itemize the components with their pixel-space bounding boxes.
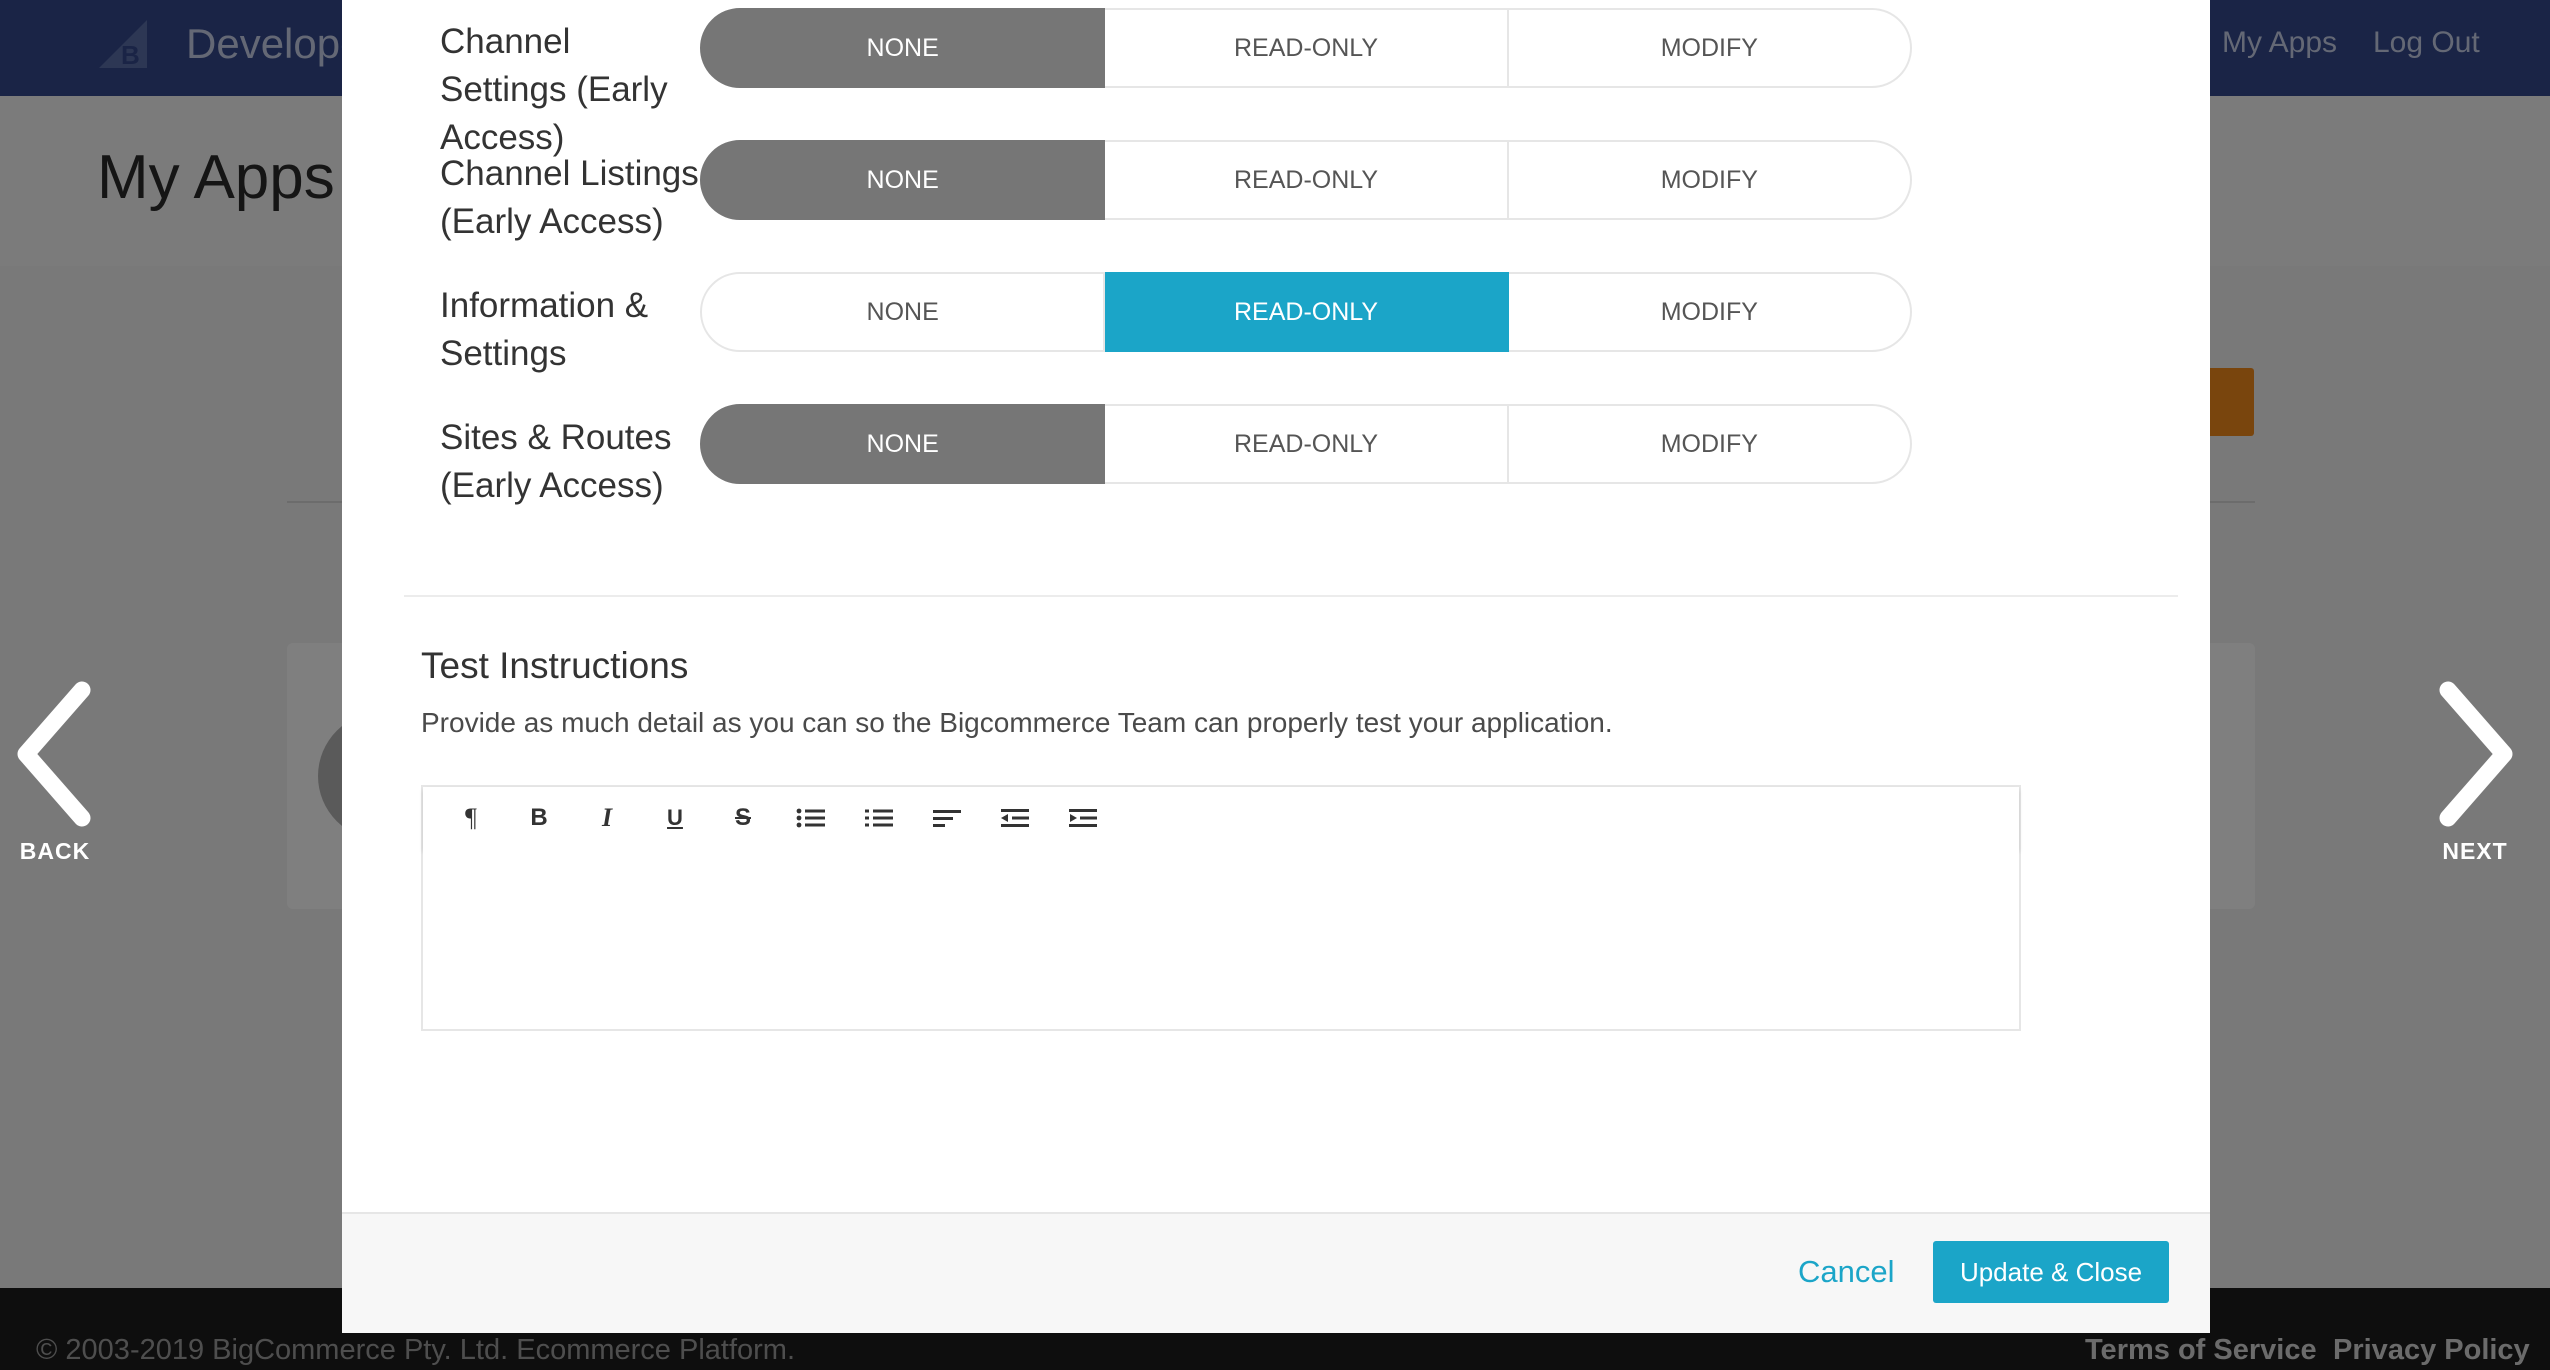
permission-option-modify[interactable]: MODIFY <box>1508 404 1912 484</box>
permission-segmented-control: NONE READ-ONLY MODIFY <box>700 140 1912 220</box>
indent-icon <box>1069 809 1097 827</box>
permission-segmented-control: NONE READ-ONLY MODIFY <box>700 404 1912 484</box>
next-nav-button[interactable]: NEXT <box>2420 680 2530 865</box>
permission-option-modify[interactable]: MODIFY <box>1508 272 1912 352</box>
permission-row-channel-settings: Channel Settings (Early Access) NONE REA… <box>342 0 2210 157</box>
modal-footer: Cancel Update & Close <box>342 1212 2210 1333</box>
bulleted-list-icon <box>796 808 825 828</box>
section-divider <box>404 595 2178 597</box>
numbered-list-icon <box>865 809 893 827</box>
bulleted-list-button[interactable] <box>777 787 845 849</box>
underline-button[interactable]: U <box>641 787 709 849</box>
test-instructions-textarea[interactable] <box>423 849 2019 1029</box>
chevron-left-icon <box>17 681 91 827</box>
permission-label: Sites & Routes (Early Access) <box>440 418 672 505</box>
permission-option-read-only[interactable]: READ-ONLY <box>1105 8 1509 88</box>
permission-option-modify[interactable]: MODIFY <box>1508 140 1912 220</box>
chevron-right-icon <box>2439 681 2513 827</box>
permission-row-sites-routes: Sites & Routes (Early Access) NONE READ-… <box>342 396 2210 516</box>
permission-label: Channel Listings (Early Access) <box>440 154 699 241</box>
paragraph-icon: ¶ <box>465 803 477 832</box>
align-left-button[interactable] <box>913 787 981 849</box>
cancel-button[interactable]: Cancel <box>1798 1254 1895 1290</box>
rich-text-editor: ¶ B I U S <box>421 785 2021 1031</box>
permission-row-information-settings: Information & Settings NONE READ-ONLY MO… <box>342 264 2210 384</box>
permission-option-read-only[interactable]: READ-ONLY <box>1105 404 1509 484</box>
outdent-icon <box>1001 809 1029 827</box>
permission-segmented-control: NONE READ-ONLY MODIFY <box>700 8 1912 88</box>
italic-icon: I <box>601 803 613 832</box>
indent-button[interactable] <box>1049 787 1117 849</box>
editor-toolbar: ¶ B I U S <box>423 787 2019 849</box>
update-close-button[interactable]: Update & Close <box>1933 1241 2169 1303</box>
italic-button[interactable]: I <box>573 787 641 849</box>
back-label: BACK <box>19 838 91 864</box>
back-nav-button[interactable]: BACK <box>0 680 110 865</box>
edit-app-modal: Channel Settings (Early Access) NONE REA… <box>342 0 2210 1333</box>
test-instructions-title: Test Instructions <box>421 645 689 686</box>
permission-option-read-only[interactable]: READ-ONLY <box>1105 272 1509 352</box>
permission-option-none[interactable]: NONE <box>700 272 1106 352</box>
strikethrough-icon: S <box>734 804 751 831</box>
permission-option-none[interactable]: NONE <box>700 404 1106 484</box>
bold-icon: B <box>530 804 548 831</box>
numbered-list-button[interactable] <box>845 787 913 849</box>
permission-label: Information & Settings <box>440 286 649 373</box>
strikethrough-button[interactable]: S <box>709 787 777 849</box>
permission-option-none[interactable]: NONE <box>700 8 1106 88</box>
paragraph-format-button[interactable]: ¶ <box>437 787 505 849</box>
test-instructions-description: Provide as much detail as you can so the… <box>421 707 1613 738</box>
permission-option-modify[interactable]: MODIFY <box>1508 8 1912 88</box>
permission-option-read-only[interactable]: READ-ONLY <box>1105 140 1509 220</box>
next-label: NEXT <box>2442 838 2508 864</box>
permission-option-none[interactable]: NONE <box>700 140 1106 220</box>
align-left-icon <box>933 810 961 827</box>
permission-row-channel-listings: Channel Listings (Early Access) NONE REA… <box>342 132 2210 252</box>
bold-button[interactable]: B <box>505 787 573 849</box>
permission-segmented-control: NONE READ-ONLY MODIFY <box>700 272 1912 352</box>
outdent-button[interactable] <box>981 787 1049 849</box>
underline-icon: U <box>667 805 683 830</box>
